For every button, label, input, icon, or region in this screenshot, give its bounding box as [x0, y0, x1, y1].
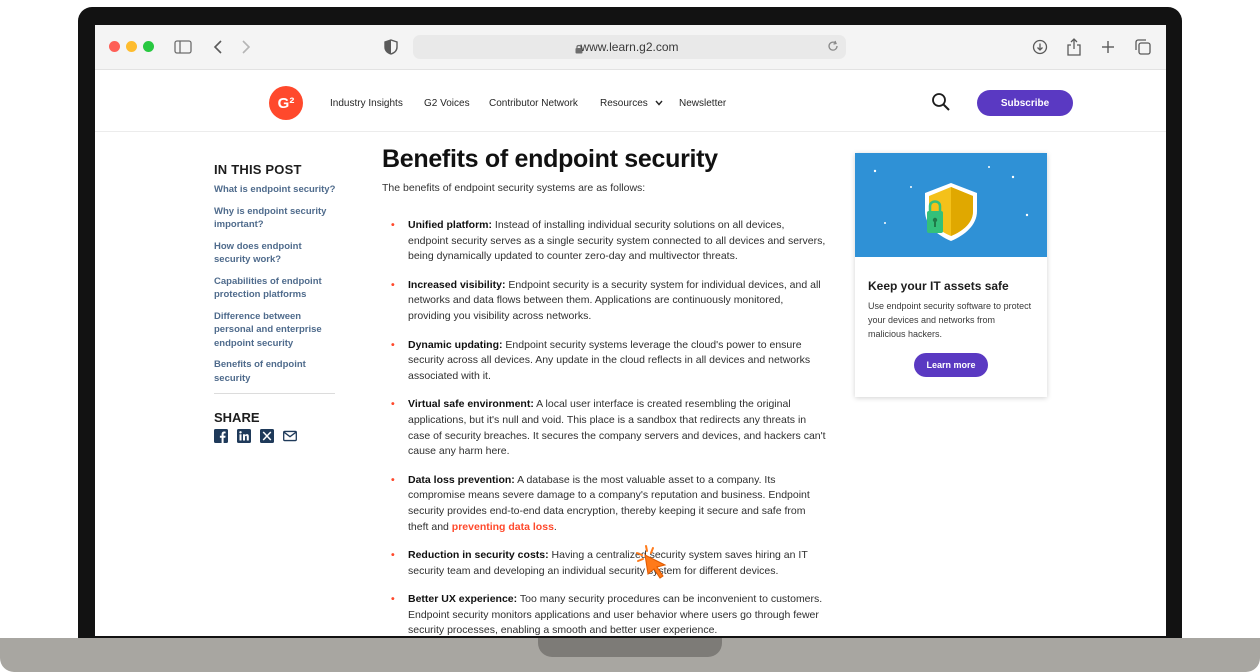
browser-toolbar: www.learn.g2.com	[95, 25, 1166, 70]
download-icon[interactable]	[1030, 37, 1050, 57]
chevron-down-icon	[655, 100, 663, 106]
site-header: G² Industry Insights G2 Voices Contribut…	[95, 70, 1166, 132]
privacy-shield-icon[interactable]	[381, 37, 401, 57]
benefit-term: Unified platform:	[408, 219, 492, 231]
nav-link-industry-insights[interactable]: Industry Insights	[330, 98, 403, 109]
benefit-term: Increased visibility:	[408, 278, 506, 291]
preventing-data-loss-link[interactable]: preventing data loss	[452, 521, 554, 533]
toc-item[interactable]: Why is endpoint security important?	[214, 205, 338, 232]
sidebar-toggle-icon[interactable]	[173, 37, 193, 57]
table-of-contents: IN THIS POST What is endpoint security? …	[214, 162, 338, 443]
list-item: • Unified platform: Instead of installin…	[382, 218, 827, 265]
article-title: Benefits of endpoint security	[382, 145, 718, 173]
benefit-term: Data loss prevention:	[408, 473, 515, 486]
benefits-list: • Unified platform: Instead of installin…	[382, 218, 827, 636]
bullet-icon: •	[391, 338, 395, 351]
reload-icon[interactable]	[826, 39, 840, 58]
promo-hero	[855, 153, 1047, 257]
bullet-icon: •	[391, 398, 395, 411]
share-icon[interactable]	[1064, 37, 1084, 57]
nav-link-newsletter[interactable]: Newsletter	[679, 98, 726, 109]
g2-logo[interactable]: G²	[269, 86, 303, 120]
toc-item[interactable]: How does endpoint security work?	[214, 240, 338, 267]
bullet-icon: •	[391, 549, 395, 562]
maximize-window-button[interactable]	[143, 41, 154, 52]
list-item: • Dynamic updating: Endpoint security sy…	[382, 338, 827, 385]
benefit-term: Virtual safe environment:	[408, 398, 534, 411]
list-item: • Increased visibility: Endpoint securit…	[382, 278, 827, 325]
learn-more-button[interactable]: Learn more	[914, 353, 988, 377]
toc-title: IN THIS POST	[214, 162, 302, 177]
article-intro: The benefits of endpoint security system…	[382, 182, 646, 194]
bullet-icon: •	[391, 278, 395, 291]
nav-link-contributor-network[interactable]: Contributor Network	[489, 98, 578, 109]
list-item: • Virtual safe environment: A local user…	[382, 397, 827, 459]
linkedin-icon[interactable]	[237, 429, 251, 443]
facebook-icon[interactable]	[214, 429, 228, 443]
promo-card: Keep your IT assets safe Use endpoint se…	[855, 153, 1047, 397]
toc-item[interactable]: What is endpoint security?	[214, 183, 338, 197]
toc-item[interactable]: Capabilities of endpoint protection plat…	[214, 275, 338, 302]
bullet-icon: •	[391, 219, 395, 231]
tab-overview-icon[interactable]	[1133, 37, 1153, 57]
list-item: • Better UX experience: Too many securit…	[382, 592, 827, 636]
nav-link-g2-voices[interactable]: G2 Voices	[424, 98, 470, 109]
bullet-icon: •	[391, 593, 395, 606]
laptop-notch	[538, 638, 722, 657]
stage: www.learn.g2.com G² Industry Insights G2…	[0, 0, 1260, 672]
email-icon[interactable]	[283, 429, 297, 443]
benefit-term: Better UX experience:	[408, 593, 518, 606]
toc-item[interactable]: Benefits of endpoint security	[214, 358, 338, 385]
address-bar[interactable]: www.learn.g2.com	[413, 35, 846, 59]
toc-item[interactable]: Difference between personal and enterpri…	[214, 310, 338, 351]
list-item: • Reduction in security costs: Having a …	[382, 548, 827, 579]
article: Benefits of endpoint security The benefi…	[382, 144, 827, 636]
search-icon[interactable]	[931, 92, 951, 117]
share-icons	[214, 429, 338, 443]
page-content: IN THIS POST What is endpoint security? …	[95, 132, 1166, 636]
toc-divider	[214, 393, 335, 394]
list-item: • Data loss prevention: A database is th…	[382, 473, 827, 535]
back-icon[interactable]	[208, 37, 228, 57]
nav-link-resources-label: Resources	[600, 98, 648, 109]
promo-title: Keep your IT assets safe	[868, 279, 1009, 293]
address-url: www.learn.g2.com	[580, 40, 679, 54]
new-tab-icon[interactable]	[1098, 37, 1118, 57]
security-shield-icon	[873, 166, 1029, 241]
benefit-term: Reduction in security costs:	[408, 549, 549, 562]
forward-icon[interactable]	[236, 37, 256, 57]
nav-link-resources[interactable]: Resources	[600, 98, 663, 109]
promo-description: Use endpoint security software to protec…	[868, 301, 1032, 339]
minimize-window-button[interactable]	[126, 41, 137, 52]
benefit-term: Dynamic updating:	[408, 338, 503, 351]
benefit-text-end: .	[553, 520, 557, 533]
share-title: SHARE	[214, 410, 260, 425]
x-icon[interactable]	[260, 429, 274, 443]
bullet-icon: •	[391, 473, 395, 486]
click-cursor-icon	[633, 543, 673, 588]
subscribe-button[interactable]: Subscribe	[977, 90, 1073, 116]
browser-window: www.learn.g2.com G² Industry Insights G2…	[95, 25, 1166, 636]
close-window-button[interactable]	[109, 41, 120, 52]
